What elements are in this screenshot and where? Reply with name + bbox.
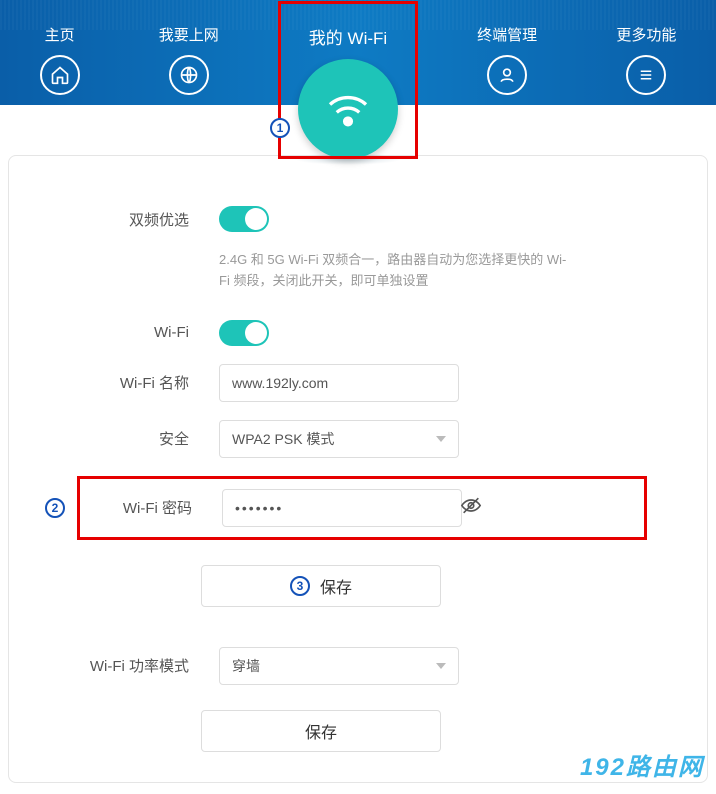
annotation-badge-1: 1: [270, 118, 290, 138]
save-button-power[interactable]: 保存: [201, 710, 441, 752]
save-button-label: 保存: [320, 574, 352, 598]
power-mode-label: Wi-Fi 功率模式: [69, 655, 219, 676]
dual-band-row: 双频优选: [69, 206, 647, 232]
globe-icon: [169, 55, 209, 95]
home-icon: [40, 55, 80, 95]
wifi-name-input[interactable]: www.192ly.com: [219, 364, 459, 402]
wifi-toggle[interactable]: [219, 320, 269, 346]
nav-devices-label: 终端管理: [477, 24, 537, 45]
nav-more-label: 更多功能: [616, 24, 676, 45]
nav-home[interactable]: 主页: [40, 24, 80, 95]
nav-internet[interactable]: 我要上网: [159, 24, 219, 95]
nav-wifi[interactable]: 1 我的 Wi-Fi: [298, 24, 398, 159]
wifi-name-row: Wi-Fi 名称 www.192ly.com: [69, 364, 647, 402]
annotation-badge-3: 3: [290, 576, 310, 596]
security-row: 安全 WPA2 PSK 模式: [69, 420, 647, 458]
save-button-wifi[interactable]: 3 保存: [201, 565, 441, 607]
nav-wifi-label: 我的 Wi-Fi: [309, 24, 387, 49]
eye-hidden-icon[interactable]: [460, 494, 482, 521]
wifi-name-label: Wi-Fi 名称: [69, 372, 219, 393]
password-input[interactable]: •••••••: [222, 489, 462, 527]
dual-band-label: 双频优选: [69, 209, 219, 230]
wifi-icon: [298, 59, 398, 159]
nav-home-label: 主页: [45, 24, 75, 45]
password-label: Wi-Fi 密码: [84, 497, 222, 518]
security-label: 安全: [69, 428, 219, 449]
settings-panel: 双频优选 2.4G 和 5G Wi-Fi 双频合一，路由器自动为您选择更快的 W…: [8, 155, 708, 783]
user-icon: [487, 55, 527, 95]
menu-icon: [626, 55, 666, 95]
wifi-enable-row: Wi-Fi: [69, 320, 647, 346]
nav-devices[interactable]: 终端管理: [477, 24, 537, 95]
nav-internet-label: 我要上网: [159, 24, 219, 45]
watermark-text: 192路由网: [580, 747, 704, 782]
power-mode-select[interactable]: 穿墙: [219, 647, 459, 685]
dual-band-help: 2.4G 和 5G Wi-Fi 双频合一，路由器自动为您选择更快的 Wi-Fi …: [219, 250, 569, 292]
dual-band-toggle[interactable]: [219, 206, 269, 232]
password-row: 2 Wi-Fi 密码 •••••••: [77, 476, 647, 540]
power-mode-row: Wi-Fi 功率模式 穿墙: [69, 647, 647, 685]
annotation-badge-2: 2: [45, 498, 65, 518]
wifi-enable-label: Wi-Fi: [69, 324, 219, 341]
top-nav: 主页 我要上网 1 我的 Wi-Fi 终端管理 更多功能: [0, 0, 716, 105]
security-select[interactable]: WPA2 PSK 模式: [219, 420, 459, 458]
nav-more[interactable]: 更多功能: [616, 24, 676, 95]
save-button-label-2: 保存: [305, 719, 337, 743]
